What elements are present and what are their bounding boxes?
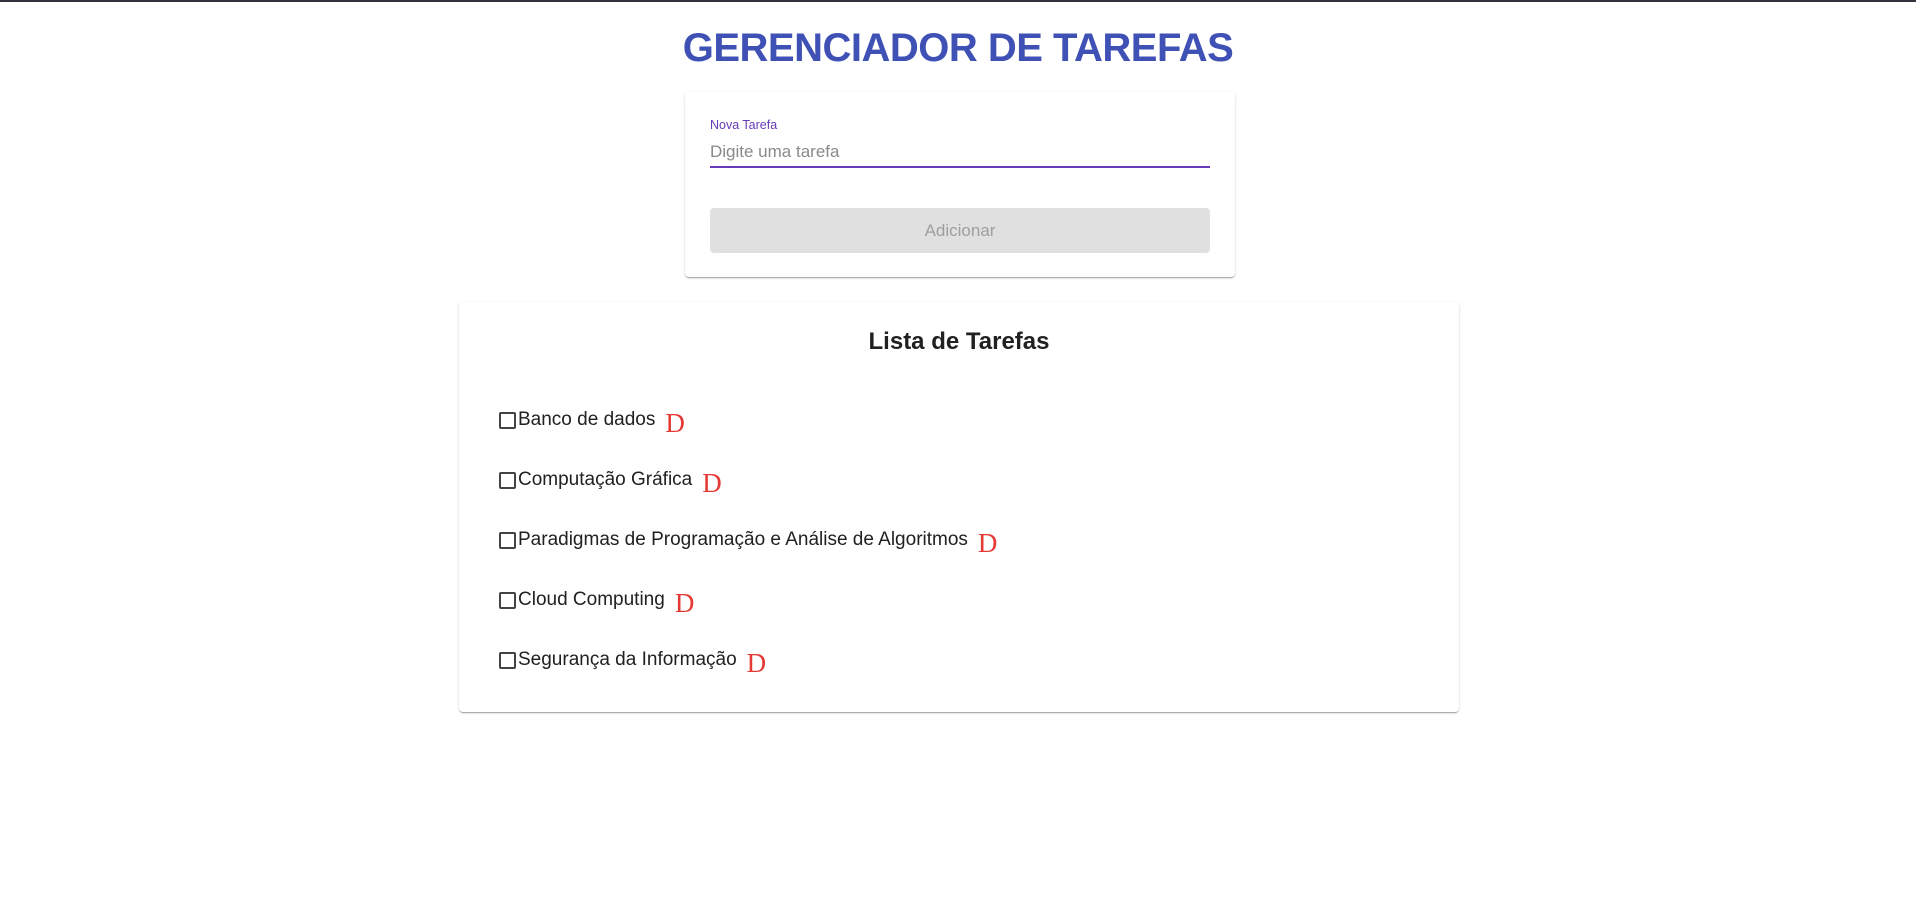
top-border [0, 0, 1916, 2]
new-task-input[interactable] [710, 138, 1210, 168]
task-label: Paradigmas de Programação e Análise de A… [518, 529, 968, 550]
task-item: Paradigmas de Programação e Análise de A… [499, 528, 997, 588]
task-list-card: Lista de Tarefas Banco de dados D Comput… [459, 302, 1459, 712]
task-label: Cloud Computing [518, 589, 665, 610]
new-task-card: Nova Tarefa Adicionar [685, 92, 1235, 277]
page-title: GERENCIADOR DE TAREFAS [682, 26, 1234, 70]
add-task-button[interactable]: Adicionar [710, 208, 1210, 253]
task-list-title: Lista de Tarefas [868, 328, 1050, 355]
task-checkbox[interactable] [499, 472, 516, 489]
delete-task-button[interactable]: D [665, 408, 685, 438]
delete-task-button[interactable]: D [747, 648, 767, 678]
task-label: Computação Gráfica [518, 469, 693, 490]
task-label: Segurança da Informação [518, 649, 737, 670]
delete-task-button[interactable]: D [675, 588, 695, 618]
delete-task-button[interactable]: D [702, 468, 722, 498]
task-item: Cloud Computing D [499, 588, 997, 648]
task-checkbox[interactable] [499, 412, 516, 429]
delete-task-button[interactable]: D [978, 528, 998, 558]
task-checkbox[interactable] [499, 592, 516, 609]
task-list: Banco de dados D Computação Gráfica D Pa… [499, 408, 997, 708]
task-item: Segurança da Informação D [499, 648, 997, 708]
task-checkbox[interactable] [499, 652, 516, 669]
task-item: Banco de dados D [499, 408, 997, 468]
task-label: Banco de dados [518, 409, 656, 430]
task-checkbox[interactable] [499, 532, 516, 549]
new-task-label: Nova Tarefa [710, 118, 778, 132]
task-item: Computação Gráfica D [499, 468, 997, 528]
